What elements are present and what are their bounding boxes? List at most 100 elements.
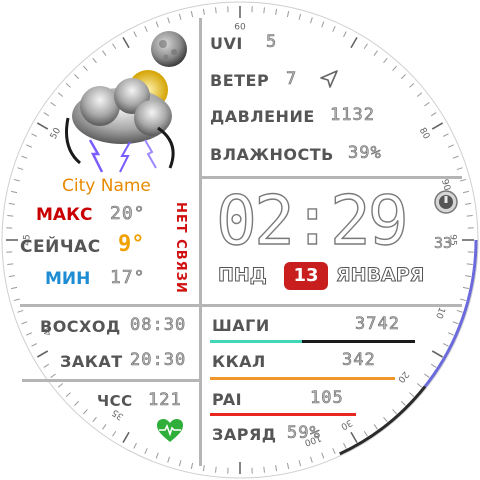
bezel-tick: [202, 465, 205, 472]
steps-progress-fill: [210, 340, 303, 343]
bezel-tick: [102, 424, 107, 430]
pai-value: 105: [310, 388, 344, 409]
uvi-label: UVI: [210, 34, 243, 53]
right-divider-bottom: [200, 304, 462, 307]
bezel-tick: [298, 460, 302, 467]
wind-direction-arrow-icon: [320, 70, 338, 88]
steps-label: ШАГИ: [212, 316, 270, 335]
bezel-tick: [11, 286, 18, 290]
bezel-tick: [424, 373, 430, 378]
kcal-label: ККАЛ: [212, 352, 266, 371]
bezel-tick: [26, 332, 32, 336]
bezel-tick: [26, 144, 32, 148]
max-temp-label: МАКС: [36, 205, 93, 225]
min-temp-label: МИН: [45, 269, 91, 289]
bezel-tick: [202, 8, 205, 15]
bezel-tick: [332, 26, 336, 32]
bezel-tick: [466, 215, 473, 217]
vertical-divider: [199, 18, 202, 466]
bezel-tick: [400, 74, 406, 80]
bezel-tick: [167, 456, 171, 463]
bezel-tick: [321, 21, 325, 28]
bezel-label: 10: [433, 306, 446, 320]
sunset-label: ЗАКАТ: [60, 352, 123, 371]
bezel-tick: [21, 155, 28, 159]
kcal-bar: [210, 377, 395, 380]
kcal-value: 342: [342, 350, 376, 371]
battery-value: 59%: [287, 423, 321, 444]
bezel-tick: [373, 424, 378, 430]
battery-label: ЗАРЯД: [212, 425, 277, 444]
bezel-tick: [343, 31, 347, 38]
steps-value: 3742: [355, 314, 400, 335]
right-divider-top: [200, 176, 462, 179]
bezel-tick: [275, 465, 278, 472]
bezel-tick: [343, 442, 347, 449]
sunrise-value: 08:30: [130, 315, 187, 336]
bezel-tick: [298, 13, 302, 20]
bezel-tick: [460, 298, 467, 302]
pressure-value: 1132: [330, 105, 375, 126]
bezel-tick: [155, 452, 159, 459]
power-settings-icon[interactable]: [434, 190, 458, 214]
bezel-tick: [190, 11, 194, 18]
bezel-tick: [178, 13, 182, 20]
max-temp-value: 20°: [110, 203, 146, 225]
bezel-tick: [332, 448, 336, 454]
bezel-tick: [144, 448, 148, 454]
min-temp-value: 17°: [110, 267, 146, 289]
bezel-tick: [215, 466, 217, 473]
bezel-tick: [383, 57, 388, 64]
watch-face: 60 50 45 40 35 100 30 20 10 80 90 95 Cit…: [0, 0, 480, 480]
bezel-tick: [452, 321, 459, 325]
bezel-tick: [36, 350, 49, 358]
steps-bar-track: [210, 340, 415, 343]
bezel-tick: [462, 286, 469, 290]
bezel-tick: [456, 167, 463, 171]
bezel-tick: [122, 36, 130, 49]
sunrise-label: ВОСХОД: [40, 317, 121, 336]
bezel-tick: [8, 275, 15, 278]
bezel-tick: [409, 392, 415, 397]
bezel-tick: [350, 36, 358, 49]
digital-seconds: 33: [434, 234, 453, 253]
bezel-tick: [373, 50, 378, 56]
bezel-tick: [7, 263, 14, 265]
month-name: ЯНВАРЯ: [335, 264, 425, 287]
bezel-tick: [442, 343, 449, 347]
bezel-tick: [416, 92, 423, 97]
bezel-tick: [286, 11, 290, 18]
bezel-tick: [102, 50, 107, 56]
bezel-tick: [409, 83, 415, 88]
bezel-tick: [13, 298, 20, 302]
wind-label: ВЕТЕР: [210, 71, 270, 90]
heart-pulse-icon[interactable]: [156, 418, 184, 444]
bezel-tick: [263, 7, 265, 14]
uvi-value: 5: [266, 32, 278, 53]
bezel-tick: [17, 167, 24, 171]
bezel-tick: [215, 7, 217, 14]
moon-icon: [151, 31, 187, 67]
humidity-value: 39%: [348, 143, 382, 164]
bezel-label: 80: [417, 126, 432, 141]
bezel-tick: [50, 373, 56, 378]
bezel-tick: [65, 392, 71, 397]
heart-rate-label: ЧСС: [97, 392, 133, 410]
bezel-tick: [309, 456, 313, 463]
bezel-tick: [275, 8, 278, 15]
bezel-tick: [43, 363, 50, 368]
bezel-tick: [167, 17, 171, 24]
bezel-tick: [11, 190, 18, 194]
bezel-tick: [460, 178, 467, 182]
bezel-tick: [452, 155, 459, 159]
bezel-tick: [383, 416, 388, 423]
bezel-tick: [350, 431, 358, 444]
left-divider-top: [20, 304, 200, 307]
bezel-tick: [466, 263, 473, 265]
bezel-tick: [392, 409, 397, 415]
bezel-tick: [416, 383, 423, 388]
bezel-tick: [31, 343, 38, 347]
bezel-tick: [57, 383, 64, 388]
bezel-tick: [144, 26, 148, 32]
humidity-label: ВЛАЖНОСТЬ: [210, 145, 334, 164]
